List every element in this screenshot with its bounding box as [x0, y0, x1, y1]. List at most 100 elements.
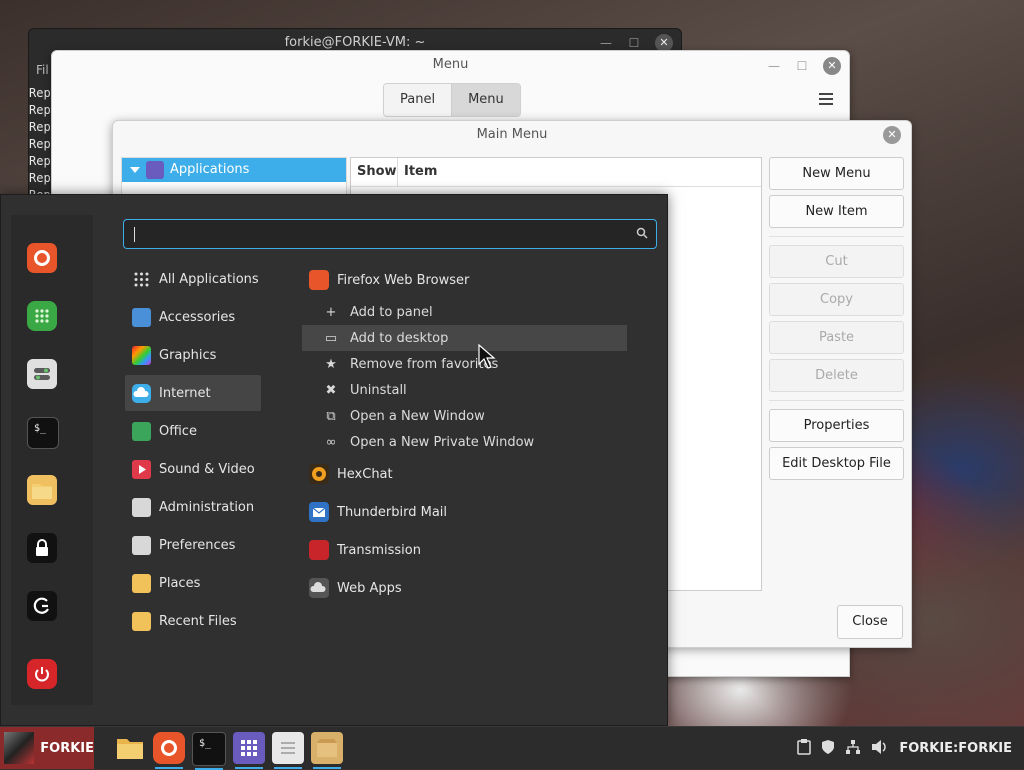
app-webapps[interactable]: Web Apps [309, 575, 402, 601]
power-icon[interactable] [27, 659, 57, 689]
category-administration[interactable]: Administration [125, 489, 261, 525]
menu-window-titlebar[interactable]: Menu — ☐ ✕ [52, 51, 849, 81]
category-preferences[interactable]: Preferences [125, 527, 261, 563]
delete-button[interactable]: Delete [769, 359, 904, 392]
preferences-icon [132, 535, 151, 555]
context-open-new-window[interactable]: ⧉ Open a New Window [302, 403, 627, 429]
terminal-icon[interactable]: $_ [27, 417, 59, 449]
paste-button[interactable]: Paste [769, 321, 904, 354]
grid-icon [132, 270, 151, 289]
search-input[interactable] [124, 220, 614, 250]
applications-icon [146, 161, 164, 179]
close-button[interactable]: Close [837, 605, 903, 639]
copy-button[interactable]: Copy [769, 283, 904, 316]
internet-icon [132, 383, 151, 403]
divider [769, 400, 904, 401]
category-places[interactable]: Places [125, 565, 261, 601]
category-label: Graphics [159, 347, 217, 363]
category-label: Sound & Video [159, 461, 255, 477]
shield-icon[interactable] [821, 739, 835, 758]
tab-menu[interactable]: Menu [451, 84, 520, 116]
tree-item-label: Applications [170, 162, 250, 177]
main-menu-titlebar[interactable]: Main Menu ✕ [113, 121, 911, 149]
logout-icon[interactable] [27, 591, 57, 621]
minimize-icon[interactable]: — [767, 52, 781, 80]
terminal-line: Rep [29, 120, 51, 134]
app-firefox[interactable]: Firefox Web Browser [309, 267, 469, 293]
column-header-item[interactable]: Item [398, 158, 437, 186]
app-hexchat[interactable]: HexChat [309, 461, 393, 487]
context-remove-from-favorites[interactable]: ★ Remove from favorites [302, 351, 627, 377]
properties-button[interactable]: Properties [769, 409, 904, 442]
app-label: HexChat [337, 466, 393, 482]
terminal-line: Rep [29, 137, 51, 151]
context-label: Uninstall [350, 382, 407, 398]
lock-icon[interactable] [27, 533, 57, 563]
category-all-applications[interactable]: All Applications [125, 261, 261, 297]
terminal-line: Rep [29, 154, 51, 168]
action-buttons: New Menu New Item Cut Copy Paste Delete … [769, 157, 904, 485]
graphics-icon [132, 345, 151, 365]
close-icon[interactable]: ✕ [823, 57, 841, 75]
category-label: Recent Files [159, 613, 237, 629]
notes-icon[interactable] [272, 732, 304, 769]
category-office[interactable]: Office [125, 413, 261, 449]
firefox-icon[interactable] [153, 732, 185, 769]
terminal-menu-hint[interactable]: Fil [36, 63, 49, 77]
category-accessories[interactable]: Accessories [125, 299, 261, 335]
category-internet[interactable]: Internet [125, 375, 261, 411]
app-transmission[interactable]: Transmission [309, 537, 421, 563]
main-menu-title: Main Menu [476, 127, 548, 142]
network-icon[interactable] [845, 739, 861, 758]
mouse-pointer-icon [478, 343, 496, 374]
files-icon[interactable] [27, 475, 57, 505]
context-open-private-window[interactable]: ∞ Open a New Private Window [302, 429, 627, 455]
text-caret [134, 227, 135, 242]
context-uninstall[interactable]: ✖ Uninstall [302, 377, 627, 403]
context-label: Add to panel [350, 304, 433, 320]
category-sound-video[interactable]: Sound & Video [125, 451, 261, 487]
category-recent-files[interactable]: Recent Files [125, 603, 261, 639]
app-label: Web Apps [337, 580, 402, 596]
divider [769, 236, 904, 237]
maximize-icon[interactable]: ☐ [795, 52, 809, 80]
settings-icon[interactable] [27, 359, 57, 389]
app-label: Thunderbird Mail [337, 504, 448, 520]
new-item-button[interactable]: New Item [769, 195, 904, 228]
context-add-to-desktop[interactable]: ▭ Add to desktop [302, 325, 627, 351]
terminal-line: Rep [29, 171, 51, 185]
context-label: Open a New Window [350, 408, 485, 424]
context-label: Remove from favorites [350, 356, 499, 372]
firefox-icon[interactable] [27, 243, 57, 273]
category-graphics[interactable]: Graphics [125, 337, 261, 373]
clipboard-icon[interactable] [797, 738, 812, 758]
user-session-label[interactable]: FORKIE:FORKIE [899, 741, 1012, 756]
taskbar: FORKIE $_ FORKIE:FORKIE [0, 726, 1024, 770]
cut-button[interactable]: Cut [769, 245, 904, 278]
package-icon[interactable] [311, 732, 343, 769]
column-header-show[interactable]: Show [351, 158, 398, 186]
category-label: Preferences [159, 537, 236, 553]
terminal-line: Rep [29, 103, 51, 117]
apps-grid-icon[interactable] [233, 732, 265, 769]
new-menu-button[interactable]: New Menu [769, 157, 904, 190]
calculator-icon[interactable] [27, 301, 57, 331]
new-window-icon: ⧉ [326, 408, 336, 424]
tree-item-applications[interactable]: Applications [122, 158, 346, 182]
volume-icon[interactable] [871, 739, 889, 758]
files-icon[interactable] [114, 732, 146, 764]
expand-arrow-icon[interactable] [130, 167, 140, 173]
edit-desktop-file-button[interactable]: Edit Desktop File [769, 447, 904, 480]
tab-panel[interactable]: Panel [384, 84, 452, 116]
terminal-icon[interactable]: $_ [192, 732, 226, 770]
menu-tree[interactable]: Applications [121, 157, 347, 199]
hamburger-menu-icon[interactable] [819, 93, 833, 108]
context-add-to-panel[interactable]: + Add to panel [302, 299, 627, 325]
search-field[interactable] [123, 219, 657, 250]
app-thunderbird[interactable]: Thunderbird Mail [309, 499, 447, 525]
folder-icon [132, 573, 151, 593]
thunderbird-icon [309, 502, 329, 522]
menu-launcher-button[interactable]: FORKIE [0, 727, 94, 769]
close-icon[interactable]: ✕ [883, 126, 901, 144]
user-avatar [4, 732, 35, 764]
